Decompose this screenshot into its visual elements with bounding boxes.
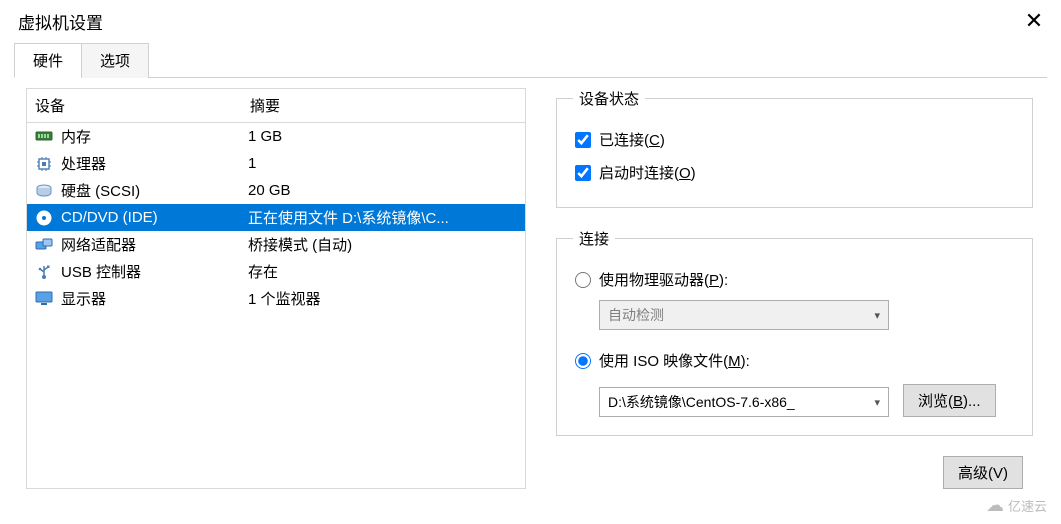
net-icon: [33, 236, 55, 254]
browse-button[interactable]: 浏览(B)...: [903, 384, 996, 417]
iso-radio-row[interactable]: 使用 ISO 映像文件(M):: [573, 344, 1016, 377]
header-summary: 摘要: [250, 95, 280, 116]
device-row[interactable]: 处理器1: [27, 150, 525, 177]
usb-icon: [33, 263, 55, 281]
device-summary: 1 个监视器: [248, 288, 519, 309]
chevron-down-icon: ▾: [874, 309, 880, 322]
device-row[interactable]: 硬盘 (SCSI)20 GB: [27, 177, 525, 204]
connected-label: 已连接(C): [599, 129, 665, 150]
connect-on-start-checkbox-row[interactable]: 启动时连接(O): [573, 156, 1016, 189]
window-title: 虚拟机设置: [18, 9, 103, 34]
device-status-group: 设备状态 已连接(C) 启动时连接(O): [556, 88, 1033, 208]
device-label: 内存: [61, 126, 248, 147]
physical-drive-label: 使用物理驱动器(P):: [599, 269, 728, 290]
device-summary: 1 GB: [248, 128, 519, 145]
connected-checkbox-row[interactable]: 已连接(C): [573, 123, 1016, 156]
connected-checkbox[interactable]: [575, 132, 591, 148]
disk-icon: [33, 182, 55, 200]
device-summary: 20 GB: [248, 182, 519, 199]
device-label: CD/DVD (IDE): [61, 209, 248, 226]
device-row[interactable]: 网络适配器桥接模式 (自动): [27, 231, 525, 258]
iso-path-row: D:\系统镜像\CentOS-7.6-x86_ ▾ 浏览(B)...: [573, 383, 1016, 417]
connection-group: 连接 使用物理驱动器(P): 自动检测 ▾ 使用 ISO 映像文件(M): D:: [556, 228, 1033, 436]
header-device: 设备: [35, 95, 250, 116]
connect-on-start-label: 启动时连接(O): [599, 162, 696, 183]
device-list: 内存1 GB处理器1硬盘 (SCSI)20 GBCD/DVD (IDE)正在使用…: [27, 123, 525, 312]
device-row[interactable]: 内存1 GB: [27, 123, 525, 150]
display-icon: [33, 290, 55, 308]
device-list-panel: 设备 摘要 内存1 GB处理器1硬盘 (SCSI)20 GBCD/DVD (ID…: [26, 88, 526, 489]
advanced-button[interactable]: 高级(V): [943, 456, 1023, 489]
watermark: ☁ 亿速云: [986, 495, 1047, 516]
device-label: 显示器: [61, 288, 248, 309]
tabs-area: 硬件 选项: [0, 38, 1061, 78]
title-bar: 虚拟机设置 ✕: [0, 0, 1061, 38]
cloud-icon: ☁: [986, 495, 1004, 516]
device-summary: 存在: [248, 261, 519, 282]
close-button[interactable]: ✕: [1019, 8, 1049, 34]
device-summary: 正在使用文件 D:\系统镜像\C...: [248, 207, 519, 228]
device-label: 硬盘 (SCSI): [61, 180, 248, 201]
chevron-down-icon: ▾: [874, 396, 880, 409]
advanced-row: 高级(V): [556, 456, 1033, 489]
tab-options[interactable]: 选项: [81, 43, 149, 78]
connection-legend: 连接: [573, 228, 615, 249]
device-row[interactable]: 显示器1 个监视器: [27, 285, 525, 312]
cd-icon: [33, 209, 55, 227]
device-row[interactable]: USB 控制器存在: [27, 258, 525, 285]
device-label: USB 控制器: [61, 261, 248, 282]
physical-drive-combo: 自动检测 ▾: [599, 300, 889, 330]
memory-icon: [33, 128, 55, 146]
main-content: 设备 摘要 内存1 GB处理器1硬盘 (SCSI)20 GBCD/DVD (ID…: [0, 78, 1061, 499]
iso-path-input[interactable]: D:\系统镜像\CentOS-7.6-x86_ ▾: [599, 387, 889, 417]
connect-on-start-checkbox[interactable]: [575, 165, 591, 181]
device-label: 网络适配器: [61, 234, 248, 255]
tabs-row: 硬件 选项: [14, 42, 1047, 78]
iso-label: 使用 ISO 映像文件(M):: [599, 350, 750, 371]
device-row[interactable]: CD/DVD (IDE)正在使用文件 D:\系统镜像\C...: [27, 204, 525, 231]
iso-radio[interactable]: [575, 353, 591, 369]
physical-drive-radio[interactable]: [575, 272, 591, 288]
device-header: 设备 摘要: [27, 89, 525, 123]
right-panel: 设备状态 已连接(C) 启动时连接(O) 连接 使用物理驱动器(P):: [556, 88, 1043, 489]
device-summary: 1: [248, 155, 519, 172]
device-summary: 桥接模式 (自动): [248, 234, 519, 255]
physical-drive-radio-row[interactable]: 使用物理驱动器(P):: [573, 263, 1016, 296]
cpu-icon: [33, 155, 55, 173]
device-status-legend: 设备状态: [573, 88, 645, 109]
tab-hardware[interactable]: 硬件: [14, 43, 82, 78]
device-label: 处理器: [61, 153, 248, 174]
